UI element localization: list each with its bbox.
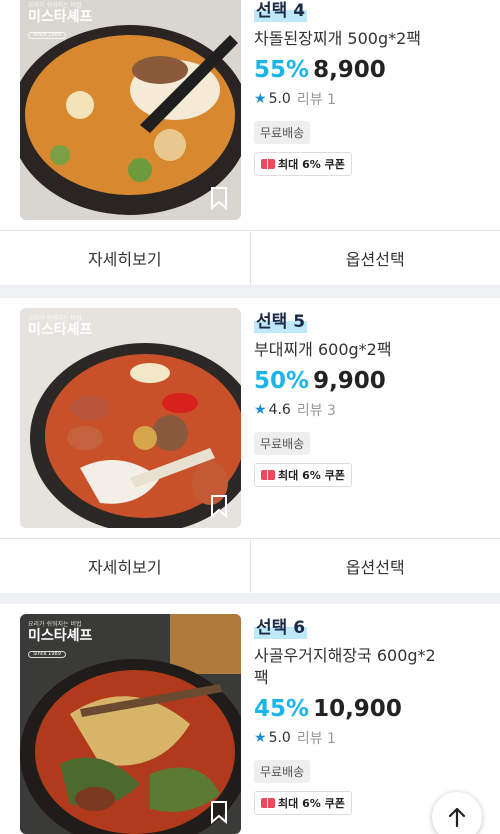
scroll-to-top-button[interactable] — [432, 792, 482, 834]
option-select-button[interactable]: 옵션선택 — [249, 539, 500, 593]
coupon-icon — [261, 798, 275, 808]
product-image[interactable]: 요리가 쉬워지는 비법 미스타셰프 Since 1989 — [20, 0, 241, 220]
card-actions: 자세히보기 옵션선택 — [0, 538, 500, 593]
price-row: 45% 10,900 — [254, 695, 490, 723]
coupon-badge[interactable]: 최대 6% 쿠폰 — [254, 152, 352, 176]
brand-logo: 요리가 쉬워지는 비법 미스타셰프 — [28, 315, 93, 338]
star-icon: ★ — [254, 91, 267, 107]
star-icon: ★ — [254, 730, 267, 746]
review-count[interactable]: 리뷰 3 — [297, 400, 336, 420]
option-tag: 선택 5 — [254, 311, 308, 333]
product-image[interactable]: 요리가 쉬워지는 비법 미스타셰프 Since 1989 — [20, 614, 241, 834]
coupon-icon — [261, 159, 275, 169]
price-row: 50% 9,900 — [254, 367, 490, 395]
review-count[interactable]: 리뷰 1 — [297, 89, 336, 109]
star-icon: ★ — [254, 402, 267, 418]
rating-value: 4.6 — [268, 402, 291, 418]
shipping-badge: 무료배송 — [254, 432, 311, 455]
product-title-line-2: 팩 — [254, 668, 269, 687]
price: 9,900 — [313, 368, 386, 394]
brand-logo: 요리가 쉬워지는 비법 미스타셰프 Since 1989 — [28, 621, 93, 659]
rating-value: 5.0 — [268, 91, 291, 107]
price: 8,900 — [313, 57, 386, 83]
coupon-badge[interactable]: 최대 6% 쿠폰 — [254, 463, 352, 487]
review-count[interactable]: 리뷰 1 — [297, 728, 336, 748]
coupon-label: 최대 6% 쿠폰 — [278, 158, 345, 171]
rating-row: ★ 5.0 리뷰 1 — [254, 728, 490, 748]
coupon-icon — [261, 470, 275, 480]
bookmark-icon[interactable] — [207, 800, 231, 824]
shipping-badge: 무료배송 — [254, 760, 311, 783]
option-tag: 선택 6 — [254, 617, 308, 639]
coupon-label: 최대 6% 쿠폰 — [278, 469, 345, 482]
option-tag: 선택 4 — [254, 0, 308, 22]
product-info: 선택 5 부대찌개 600g*2팩 50% 9,900 ★ 4.6 리뷰 3 무료… — [254, 311, 490, 487]
product-card: 요리가 쉬워지는 비법 미스타셰프 선택 5 부대찌개 600g*2팩 50% 9… — [0, 298, 500, 538]
coupon-label: 최대 6% 쿠폰 — [278, 797, 345, 810]
product-card: 요리가 쉬워지는 비법 미스타셰프 Since 1989 선택 6 사골우거지해… — [0, 604, 500, 834]
discount-rate: 55% — [254, 57, 310, 83]
bookmark-icon[interactable] — [207, 494, 231, 518]
product-image[interactable]: 요리가 쉬워지는 비법 미스타셰프 — [20, 308, 241, 528]
discount-rate: 45% — [254, 696, 310, 722]
shipping-badge: 무료배송 — [254, 121, 311, 144]
detail-button[interactable]: 자세히보기 — [0, 231, 250, 285]
price: 10,900 — [313, 696, 402, 722]
product-title[interactable]: 차돌된장찌개 500g*2팩 — [254, 28, 490, 50]
product-info: 선택 6 사골우거지해장국 600g*2 팩 45% 10,900 ★ 5.0 리뷰… — [254, 617, 490, 815]
product-title[interactable]: 사골우거지해장국 600g*2 팩 — [254, 645, 490, 689]
product-info: 선택 4 차돌된장찌개 500g*2팩 55% 8,900 ★ 5.0 리뷰 1 … — [254, 0, 490, 176]
option-select-button[interactable]: 옵션선택 — [249, 231, 500, 285]
product-card: 요리가 쉬워지는 비법 미스타셰프 Since 1989 선택 4 차돌된장찌개… — [0, 0, 500, 230]
rating-row: ★ 4.6 리뷰 3 — [254, 400, 490, 420]
product-title[interactable]: 부대찌개 600g*2팩 — [254, 339, 490, 361]
bookmark-icon[interactable] — [207, 186, 231, 210]
product-title-line-1: 사골우거지해장국 600g*2 — [254, 646, 436, 665]
arrow-up-icon — [448, 807, 466, 828]
coupon-badge[interactable]: 최대 6% 쿠폰 — [254, 791, 352, 815]
rating-value: 5.0 — [268, 730, 291, 746]
discount-rate: 50% — [254, 368, 310, 394]
card-actions: 자세히보기 옵션선택 — [0, 230, 500, 285]
detail-button[interactable]: 자세히보기 — [0, 539, 250, 593]
price-row: 55% 8,900 — [254, 56, 490, 84]
brand-logo: 요리가 쉬워지는 비법 미스타셰프 Since 1989 — [28, 2, 93, 40]
rating-row: ★ 5.0 리뷰 1 — [254, 89, 490, 109]
